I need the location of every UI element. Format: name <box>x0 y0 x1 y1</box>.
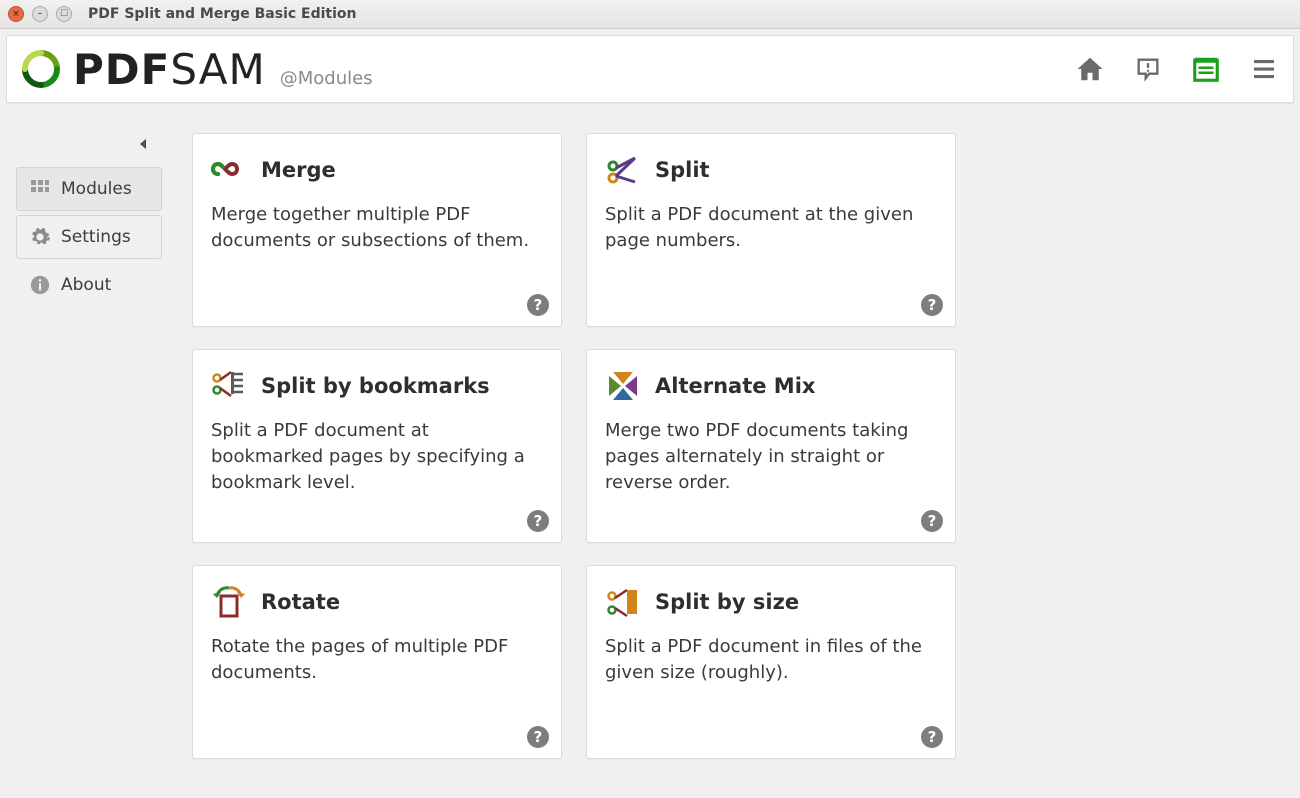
module-description: Merge two PDF documents taking pages alt… <box>605 418 937 496</box>
module-card-split-size[interactable]: Split by size Split a PDF document in fi… <box>586 565 956 759</box>
help-icon[interactable]: ? <box>527 294 549 316</box>
split-size-icon <box>605 584 641 620</box>
help-icon[interactable]: ? <box>921 726 943 748</box>
module-card-split-bookmarks[interactable]: Split by bookmarks Split a PDF document … <box>192 349 562 543</box>
sidebar-item-label: Modules <box>61 179 132 199</box>
module-description: Split a PDF document at the given page n… <box>605 202 937 254</box>
notifications-icon[interactable] <box>1133 54 1163 84</box>
window-maximize-button[interactable]: ☐ <box>56 6 72 22</box>
module-card-rotate[interactable]: Rotate Rotate the pages of multiple PDF … <box>192 565 562 759</box>
help-icon[interactable]: ? <box>527 726 549 748</box>
module-description: Split a PDF document at bookmarked pages… <box>211 418 543 496</box>
module-title: Merge <box>261 158 336 182</box>
window-minimize-button[interactable]: – <box>32 6 48 22</box>
breadcrumb: @Modules <box>280 68 373 89</box>
logo-icon <box>21 49 61 89</box>
info-icon <box>29 274 51 296</box>
module-title: Rotate <box>261 590 340 614</box>
module-title: Alternate Mix <box>655 374 815 398</box>
sidebar-item-label: About <box>61 275 111 295</box>
module-description: Split a PDF document in files of the giv… <box>605 634 937 686</box>
app-header: PDFSAM @Modules <box>6 35 1294 103</box>
module-card-alternate-mix[interactable]: Alternate Mix Merge two PDF documents ta… <box>586 349 956 543</box>
module-title: Split by bookmarks <box>261 374 490 398</box>
window-close-button[interactable]: × <box>8 6 24 22</box>
alternate-mix-icon <box>605 368 641 404</box>
sidebar-item-label: Settings <box>61 227 131 247</box>
help-icon[interactable]: ? <box>921 510 943 532</box>
news-icon[interactable] <box>1191 54 1221 84</box>
modules-grid: Merge Merge together multiple PDF docume… <box>168 109 966 798</box>
module-title: Split by size <box>655 590 799 614</box>
merge-icon <box>211 152 247 188</box>
sidebar-collapse-button[interactable] <box>6 137 168 163</box>
logo-text: PDFSAM <box>73 45 266 94</box>
gear-icon <box>29 226 51 248</box>
home-icon[interactable] <box>1075 54 1105 84</box>
app-logo: PDFSAM @Modules <box>21 45 373 94</box>
sidebar-item-modules[interactable]: Modules <box>16 167 162 211</box>
sidebar-item-settings[interactable]: Settings <box>16 215 162 259</box>
window-titlebar: × – ☐ PDF Split and Merge Basic Edition <box>0 0 1300 29</box>
split-scissors-icon <box>605 152 641 188</box>
help-icon[interactable]: ? <box>527 510 549 532</box>
rotate-icon <box>211 584 247 620</box>
module-description: Rotate the pages of multiple PDF documen… <box>211 634 543 686</box>
module-description: Merge together multiple PDF documents or… <box>211 202 543 254</box>
split-bookmarks-icon <box>211 368 247 404</box>
window-title: PDF Split and Merge Basic Edition <box>88 6 357 22</box>
sidebar-item-about[interactable]: About <box>16 263 162 307</box>
module-card-merge[interactable]: Merge Merge together multiple PDF docume… <box>192 133 562 327</box>
module-card-split[interactable]: Split Split a PDF document at the given … <box>586 133 956 327</box>
modules-icon <box>29 178 51 200</box>
module-title: Split <box>655 158 710 182</box>
menu-icon[interactable] <box>1249 54 1279 84</box>
help-icon[interactable]: ? <box>921 294 943 316</box>
sidebar: Modules Settings About <box>6 109 168 798</box>
